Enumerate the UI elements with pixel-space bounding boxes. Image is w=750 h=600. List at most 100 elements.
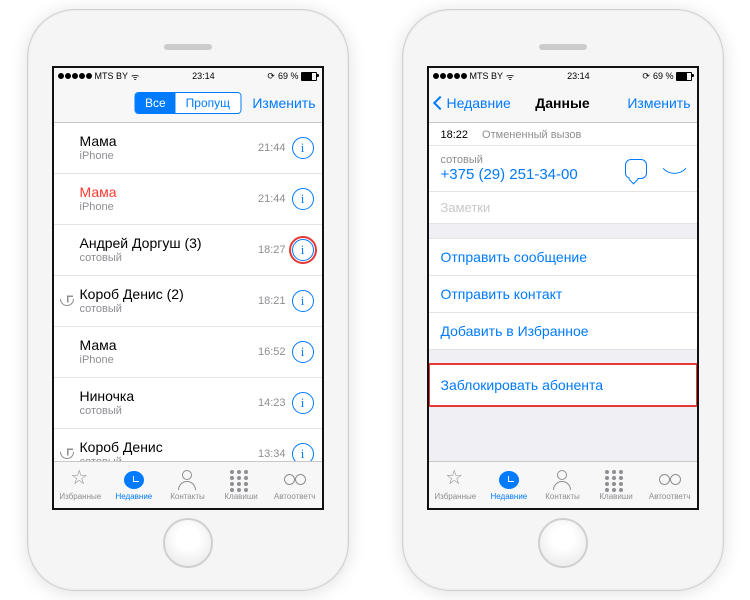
contact-subtitle: сотовый bbox=[80, 252, 258, 265]
call-status: Отмененный вызов bbox=[482, 129, 581, 141]
tab-bar: Избранные Недавние Контакты Клавиши Авто… bbox=[54, 461, 322, 508]
contact-subtitle: iPhone bbox=[80, 150, 258, 163]
call-log-row: 18:22 Отмененный вызов bbox=[429, 123, 697, 146]
info-icon[interactable]: i bbox=[292, 290, 314, 312]
call-time: 14:23 bbox=[258, 397, 286, 409]
signal-dots-icon bbox=[58, 73, 92, 79]
battery-icon bbox=[676, 72, 692, 81]
segmented-all-missed[interactable]: Все Пропущ bbox=[134, 92, 241, 114]
signal-dots-icon bbox=[433, 73, 467, 79]
call-time: 21:44 bbox=[258, 193, 286, 205]
speaker bbox=[164, 44, 212, 50]
recents-row[interactable]: Андрей Доргуш (3)сотовый18:27 i bbox=[54, 225, 322, 276]
star-icon bbox=[444, 470, 466, 490]
phone-left: MTS BY ᯤ 23:14 ⟳ 69 % Все Пропущ Изменит… bbox=[27, 9, 349, 591]
call-time: 18:21 bbox=[258, 295, 286, 307]
action-row[interactable]: Отправить сообщение bbox=[429, 239, 697, 276]
call-time: 21:44 bbox=[258, 142, 286, 154]
keypad-icon bbox=[230, 470, 252, 490]
wifi-icon: ᯤ bbox=[506, 70, 514, 83]
info-icon[interactable]: i bbox=[292, 341, 314, 363]
block-caller-button[interactable]: Заблокировать абонента bbox=[429, 364, 697, 406]
contact-subtitle: сотовый bbox=[80, 405, 258, 418]
voicemail-icon bbox=[284, 470, 306, 490]
phone-type: сотовый bbox=[441, 154, 578, 166]
contact-subtitle: сотовый bbox=[80, 303, 258, 316]
nav-bar: Все Пропущ Изменить bbox=[54, 84, 322, 123]
call-time: 13:34 bbox=[258, 448, 286, 460]
contact-subtitle: сотовый bbox=[80, 456, 258, 461]
contact-subtitle: iPhone bbox=[80, 201, 258, 214]
tab-favorites[interactable]: Избранные bbox=[54, 462, 108, 508]
recents-list[interactable]: МамаiPhone21:44iМамаiPhone21:44iАндрей Д… bbox=[54, 123, 322, 461]
edit-button[interactable]: Изменить bbox=[627, 95, 690, 111]
tab-contacts[interactable]: Контакты bbox=[161, 462, 215, 508]
phone-number[interactable]: +375 (29) 251-34-00 bbox=[441, 166, 578, 183]
orientation-lock-icon: ⟳ bbox=[642, 71, 650, 82]
phone-right: MTS BY ᯤ 23:14 ⟳ 69 % Недавние Данные Из… bbox=[402, 9, 724, 591]
tab-keypad[interactable]: Клавиши bbox=[214, 462, 268, 508]
battery-icon bbox=[301, 72, 317, 81]
contact-name: Ниночка bbox=[80, 388, 258, 405]
screen-detail: MTS BY ᯤ 23:14 ⟳ 69 % Недавние Данные Из… bbox=[427, 66, 699, 510]
carrier: MTS BY bbox=[470, 71, 504, 81]
contact-name: Короб Денис bbox=[80, 439, 258, 456]
status-bar: MTS BY ᯤ 23:14 ⟳ 69 % bbox=[54, 68, 322, 84]
info-icon[interactable]: i bbox=[292, 137, 314, 159]
message-icon[interactable] bbox=[625, 159, 647, 179]
tab-contacts[interactable]: Контакты bbox=[536, 462, 590, 508]
recents-row[interactable]: Короб Денис (2)сотовый18:21 i bbox=[54, 276, 322, 327]
contact-detail[interactable]: 18:22 Отмененный вызов сотовый +375 (29)… bbox=[429, 123, 697, 461]
contact-name: Короб Денис (2) bbox=[80, 286, 258, 303]
info-icon[interactable]: i bbox=[292, 443, 314, 461]
tab-keypad[interactable]: Клавиши bbox=[589, 462, 643, 508]
info-icon[interactable]: i bbox=[292, 392, 314, 414]
notes-field[interactable]: Заметки bbox=[429, 192, 697, 224]
voicemail-icon bbox=[659, 470, 681, 490]
chevron-left-icon bbox=[432, 96, 446, 110]
keypad-icon bbox=[605, 470, 627, 490]
contact-name: Мама bbox=[80, 337, 258, 354]
tab-recents[interactable]: Недавние bbox=[107, 462, 161, 508]
tab-bar: Избранные Недавние Контакты Клавиши Авто… bbox=[429, 461, 697, 508]
contact-name: Андрей Доргуш (3) bbox=[80, 235, 258, 252]
contact-name: Мама bbox=[80, 133, 258, 150]
carrier: MTS BY bbox=[95, 71, 129, 81]
actions-group: Отправить сообщениеОтправить контактДоба… bbox=[429, 238, 697, 350]
recents-row[interactable]: МамаiPhone21:44 i bbox=[54, 174, 322, 225]
call-icon[interactable] bbox=[663, 159, 685, 179]
wifi-icon: ᯤ bbox=[131, 70, 139, 83]
tab-favorites[interactable]: Избранные bbox=[429, 462, 483, 508]
block-highlight: Заблокировать абонента bbox=[429, 364, 697, 406]
info-icon[interactable]: i bbox=[292, 239, 314, 261]
home-button[interactable] bbox=[163, 518, 213, 568]
action-row[interactable]: Добавить в Избранное bbox=[429, 313, 697, 349]
speaker bbox=[539, 44, 587, 50]
recents-row[interactable]: Короб Дениссотовый13:34 i bbox=[54, 429, 322, 461]
status-bar: MTS BY ᯤ 23:14 ⟳ 69 % bbox=[429, 68, 697, 84]
tab-recents[interactable]: Недавние bbox=[482, 462, 536, 508]
tab-voicemail[interactable]: Автоответч bbox=[268, 462, 322, 508]
person-icon bbox=[176, 470, 198, 490]
action-row[interactable]: Отправить контакт bbox=[429, 276, 697, 313]
clock-icon bbox=[123, 470, 145, 490]
contact-name: Мама bbox=[80, 184, 258, 201]
person-icon bbox=[551, 470, 573, 490]
info-icon[interactable]: i bbox=[292, 188, 314, 210]
edit-button[interactable]: Изменить bbox=[252, 95, 315, 111]
home-button[interactable] bbox=[538, 518, 588, 568]
recents-row[interactable]: МамаiPhone21:44 i bbox=[54, 123, 322, 174]
clock: 23:14 bbox=[567, 71, 590, 81]
phone-number-row[interactable]: сотовый +375 (29) 251-34-00 bbox=[429, 146, 697, 192]
back-button[interactable]: Недавние bbox=[435, 95, 511, 111]
recents-row[interactable]: МамаiPhone16:52i bbox=[54, 327, 322, 378]
segment-all[interactable]: Все bbox=[135, 93, 176, 113]
clock-icon bbox=[498, 470, 520, 490]
clock: 23:14 bbox=[192, 71, 215, 81]
segment-missed[interactable]: Пропущ bbox=[176, 93, 240, 113]
screen-recents: MTS BY ᯤ 23:14 ⟳ 69 % Все Пропущ Изменит… bbox=[52, 66, 324, 510]
call-time: 18:27 bbox=[258, 244, 286, 256]
battery-pct: 69 % bbox=[653, 71, 674, 81]
recents-row[interactable]: Ниночкасотовый14:23 i bbox=[54, 378, 322, 429]
tab-voicemail[interactable]: Автоответч bbox=[643, 462, 697, 508]
